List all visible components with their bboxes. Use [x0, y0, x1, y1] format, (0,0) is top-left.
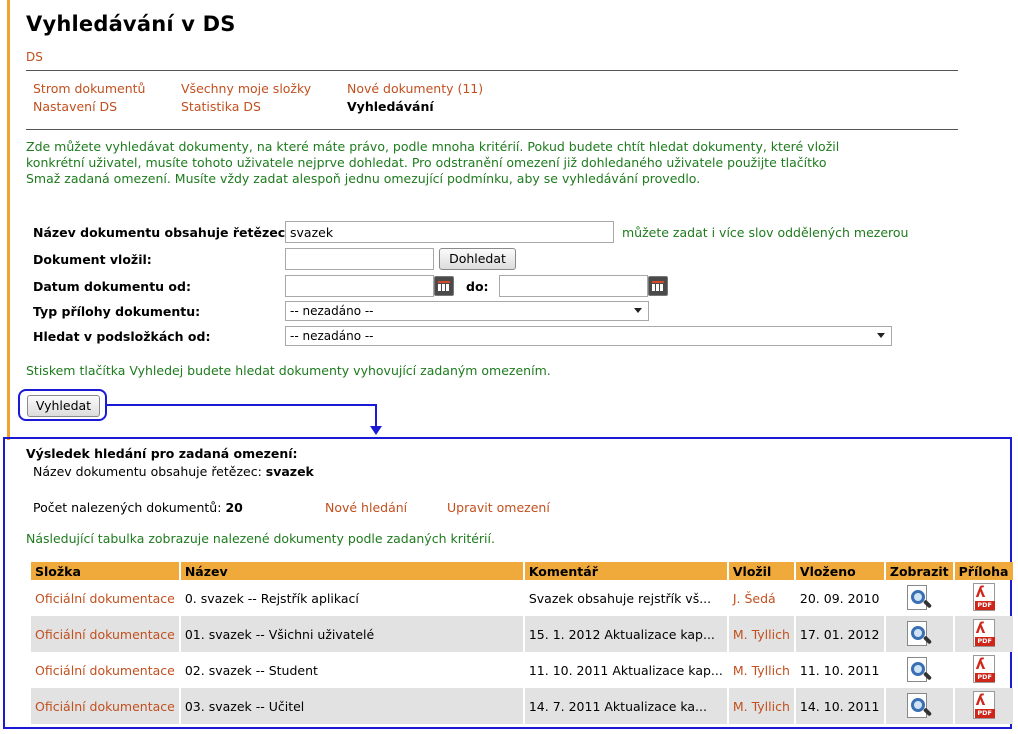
magnifier-icon[interactable] [905, 656, 933, 684]
date-from-input[interactable] [285, 275, 434, 297]
breadcrumb-ds[interactable]: DS [26, 50, 43, 64]
results-heading: Výsledek hledání pro zadaná omezení: [26, 446, 298, 461]
subfolder-label: Hledat v podsložkách od: [33, 329, 211, 344]
results-criterion: Název dokumentu obsahuje řetězec: svazek [33, 464, 314, 479]
search-help-text: Stiskem tlačítka Vyhledej budete hledat … [26, 363, 551, 378]
table-row: Oficiální dokumentace 03. svazek -- Učit… [31, 688, 1013, 724]
magnifier-icon[interactable] [905, 584, 933, 612]
divider-top [26, 70, 958, 71]
calendar-icon-from[interactable] [434, 276, 454, 296]
row-author-link[interactable]: M. Tyllich [728, 688, 794, 724]
results-count: Počet nalezených dokumentů: 20 [33, 500, 243, 515]
nav-statistics[interactable]: Statistika DS [181, 99, 261, 114]
attachment-label: Typ přílohy dokumentu: [33, 304, 201, 319]
count-label: Počet nalezených dokumentů: [33, 500, 222, 515]
intro-text: Zde můžete vyhledávat dokumenty, na kter… [26, 139, 840, 186]
attachment-select[interactable]: -- nezadáno -- [285, 301, 649, 321]
row-date: 11. 10. 2011 [799, 662, 880, 678]
subfolder-select[interactable]: -- nezadáno -- [285, 326, 892, 346]
table-row: Oficiální dokumentace 02. svazek -- Stud… [31, 652, 1013, 688]
row-folder-link[interactable]: Oficiální dokumentace [31, 616, 179, 652]
attachment-select-value: -- nezadáno -- [290, 304, 374, 318]
nav-new-documents[interactable]: Nové dokumenty (11) [347, 81, 483, 96]
nav-all-my-folders[interactable]: Všechny moje složky [181, 81, 311, 96]
col-view: Zobrazit [885, 562, 953, 580]
pdf-icon[interactable]: ʎ PDF [970, 583, 998, 613]
row-author-link[interactable]: M. Tyllich [729, 652, 794, 688]
annotation-connector [107, 404, 377, 406]
page-title: Vyhledávání v DS [26, 12, 236, 36]
row-folder-link[interactable]: Oficiální dokumentace [31, 688, 179, 724]
row-name: 01. svazek -- Všichni uživatelé [180, 616, 523, 652]
row-name: 02. svazek -- Student [184, 662, 318, 678]
row-comment: 11. 10. 2011 Aktualizace kap... [528, 662, 723, 678]
col-comment[interactable]: Komentář [524, 562, 727, 580]
author-input[interactable] [285, 248, 434, 270]
date-from-label: Datum dokumentu od: [33, 279, 191, 294]
row-name: 0. svazek -- Rejstřík aplikací [184, 590, 359, 606]
table-row: Oficiální dokumentace 0. svazek -- Rejst… [31, 580, 1013, 616]
row-date: 20. 09. 2010 [799, 590, 880, 606]
chevron-down-icon [877, 333, 885, 338]
row-comment: 15. 1. 2012 Aktualizace kap... [524, 616, 727, 652]
lookup-button[interactable]: Dohledat [439, 248, 516, 270]
date-to-label: do: [466, 279, 489, 294]
subfolder-select-value: -- nezadáno -- [290, 329, 374, 343]
count-value: 20 [225, 500, 243, 515]
col-name[interactable]: Název [180, 562, 523, 580]
table-row: Oficiální dokumentace 01. svazek -- Všic… [31, 616, 1013, 652]
annotation-arrow-icon [370, 426, 382, 435]
table-header-row: Složka Název Komentář Vložil Vloženo Zob… [31, 562, 1013, 580]
nav-search-active: Vyhledávání [347, 99, 434, 114]
magnifier-icon[interactable] [905, 620, 933, 648]
pdf-icon[interactable]: ʎ PDF [970, 691, 998, 721]
name-input[interactable] [285, 221, 614, 243]
nav-document-tree[interactable]: Strom dokumentů [33, 81, 145, 96]
row-comment: Svazek obsahuje rejstřík vš... [528, 590, 712, 606]
magnifier-icon[interactable] [905, 692, 933, 720]
table-note: Následující tabulka zobrazuje nalezené d… [26, 531, 495, 546]
name-label: Název dokumentu obsahuje řetězec: [33, 225, 291, 240]
author-label: Dokument vložil: [33, 252, 152, 267]
date-to-input[interactable] [499, 275, 648, 297]
col-folder[interactable]: Složka [31, 562, 179, 580]
edit-criteria-link[interactable]: Upravit omezení [447, 500, 550, 515]
new-search-link[interactable]: Nové hledání [325, 500, 407, 515]
row-folder-link[interactable]: Oficiální dokumentace [31, 652, 179, 688]
accent-bar [7, 0, 10, 440]
col-date[interactable]: Vloženo [795, 562, 884, 580]
row-author-link[interactable]: M. Tyllich [728, 616, 794, 652]
row-date: 14. 10. 2011 [795, 688, 884, 724]
divider-nav [26, 129, 958, 130]
nav-settings[interactable]: Nastavení DS [33, 99, 117, 114]
pdf-icon[interactable]: ʎ PDF [970, 655, 998, 685]
chevron-down-icon [634, 308, 642, 313]
row-folder-link[interactable]: Oficiální dokumentace [31, 580, 179, 616]
row-author-link[interactable]: J. Šedá [729, 580, 794, 616]
row-comment: 14. 7. 2011 Aktualizace ka... [524, 688, 727, 724]
search-button[interactable]: Vyhledat [27, 395, 100, 417]
col-attachment: Příloha [954, 562, 1013, 580]
col-author[interactable]: Vložil [728, 562, 794, 580]
row-name: 03. svazek -- Učitel [180, 688, 523, 724]
results-table: Složka Název Komentář Vložil Vloženo Zob… [29, 562, 1015, 724]
row-date: 17. 01. 2012 [795, 616, 884, 652]
calendar-icon-to[interactable] [648, 276, 668, 296]
annotation-connector-vertical [375, 404, 377, 428]
criterion-label: Název dokumentu obsahuje řetězec: [33, 464, 262, 479]
pdf-icon[interactable]: ʎ PDF [970, 619, 998, 649]
criterion-value: svazek [265, 464, 314, 479]
name-hint: můžete zadat i více slov oddělených meze… [622, 225, 909, 240]
